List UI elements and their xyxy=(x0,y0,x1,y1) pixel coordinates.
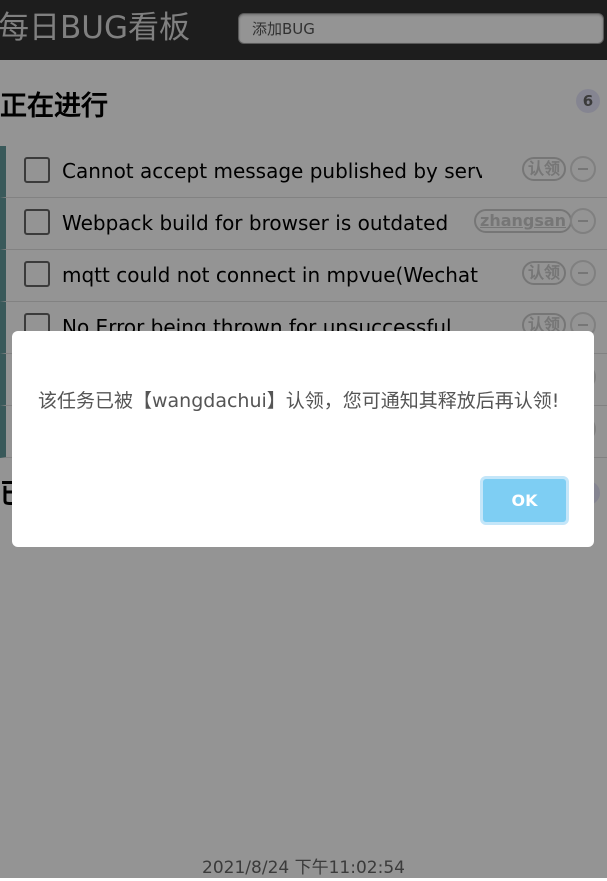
dialog-message: 该任务已被【wangdachui】认领，您可通知其释放后再认领! xyxy=(38,390,560,412)
ok-button[interactable]: OK xyxy=(480,476,569,525)
alert-dialog: 该任务已被【wangdachui】认领，您可通知其释放后再认领! OK xyxy=(12,331,594,547)
